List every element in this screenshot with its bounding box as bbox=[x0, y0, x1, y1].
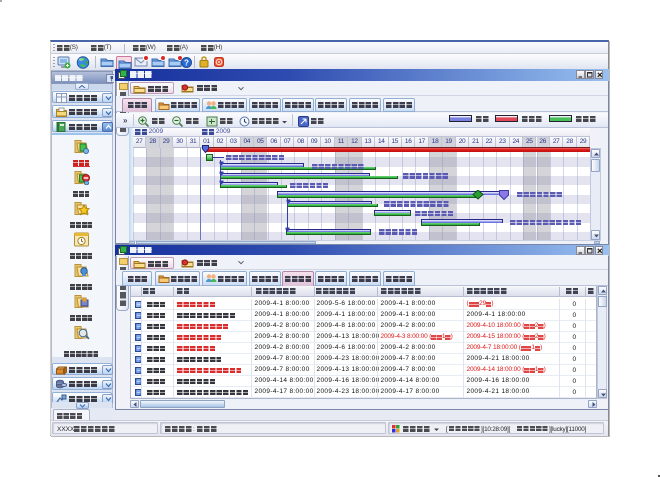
svg-text:?: ? bbox=[184, 58, 189, 67]
